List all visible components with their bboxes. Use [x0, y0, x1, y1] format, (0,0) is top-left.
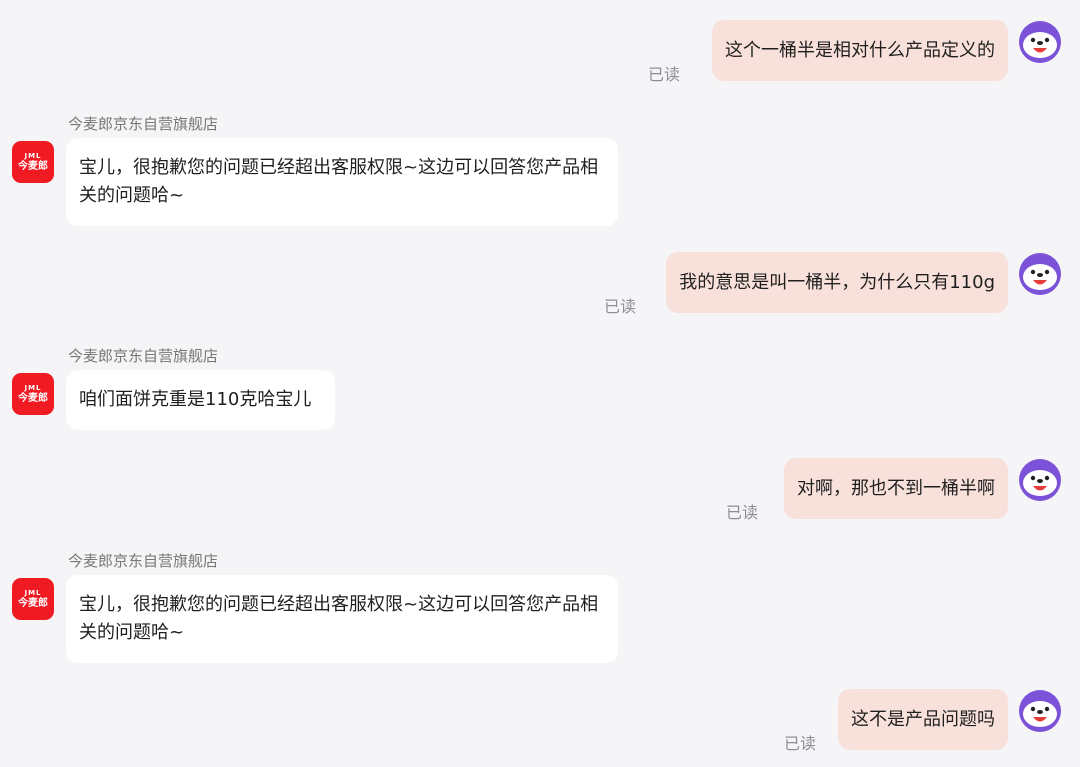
chat-window: 已读 这个一桶半是相对什么产品定义的 今麦郎京东自营旗舰店 JML 今麦郎 宝儿…: [0, 0, 1080, 767]
message-bubble[interactable]: 宝儿，很抱歉您的问题已经超出客服权限~这边可以回答您产品相关的问题哈~: [66, 138, 618, 226]
shop-logo-line2: 今麦郎: [18, 392, 48, 404]
shop-logo[interactable]: JML 今麦郎: [12, 373, 54, 415]
read-status: 已读: [647, 65, 680, 84]
shop-logo-line1: JML: [24, 588, 42, 597]
message-bubble[interactable]: 宝儿，很抱歉您的问题已经超出客服权限~这边可以回答您产品相关的问题哈~: [66, 575, 618, 663]
read-status: 已读: [603, 297, 636, 316]
message-bubble[interactable]: 咱们面饼克重是110克哈宝儿: [66, 370, 335, 430]
sender-name: 今麦郎京东自营旗舰店: [68, 552, 219, 570]
read-status: 已读: [783, 734, 816, 753]
sender-name: 今麦郎京东自营旗舰店: [68, 347, 219, 365]
user-avatar-icon[interactable]: [1018, 689, 1062, 733]
user-avatar-icon[interactable]: [1018, 252, 1062, 296]
read-status: 已读: [725, 503, 758, 522]
user-avatar-icon[interactable]: [1018, 20, 1062, 64]
shop-logo-line1: JML: [24, 383, 42, 392]
message-bubble[interactable]: 我的意思是叫一桶半，为什么只有110g: [666, 252, 1008, 313]
shop-logo-line1: JML: [24, 151, 42, 160]
message-bubble[interactable]: 这不是产品问题吗: [838, 689, 1008, 750]
message-bubble[interactable]: 这个一桶半是相对什么产品定义的: [712, 20, 1008, 81]
sender-name: 今麦郎京东自营旗舰店: [68, 115, 219, 133]
shop-logo[interactable]: JML 今麦郎: [12, 141, 54, 183]
user-avatar-icon[interactable]: [1018, 458, 1062, 502]
shop-logo[interactable]: JML 今麦郎: [12, 578, 54, 620]
shop-logo-line2: 今麦郎: [18, 160, 48, 172]
message-bubble[interactable]: 对啊，那也不到一桶半啊: [784, 458, 1008, 519]
shop-logo-line2: 今麦郎: [18, 597, 48, 609]
